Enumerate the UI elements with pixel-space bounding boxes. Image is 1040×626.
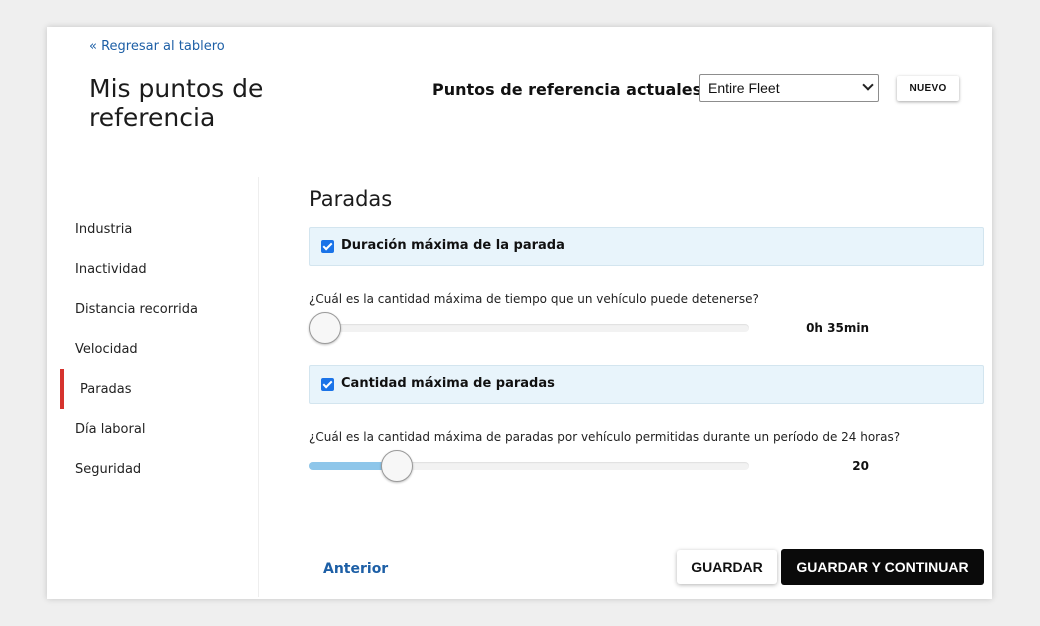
- save-and-continue-button[interactable]: GUARDAR Y CONTINUAR: [781, 549, 984, 585]
- sidebar: Industria Inactividad Distancia recorrid…: [47, 177, 259, 597]
- max-stop-duration-slider[interactable]: [309, 312, 749, 344]
- sidebar-item-paradas[interactable]: Paradas: [80, 382, 132, 397]
- previous-link[interactable]: Anterior: [323, 561, 388, 577]
- save-button[interactable]: GUARDAR: [677, 550, 777, 584]
- slider-thumb[interactable]: [381, 450, 413, 482]
- new-benchmark-button[interactable]: NUEVO: [897, 76, 959, 101]
- question-text: ¿Cuál es la cantidad máxima de tiempo qu…: [309, 292, 759, 306]
- current-benchmarks-label: Puntos de referencia actuales :: [432, 80, 715, 99]
- sidebar-item-seguridad[interactable]: Seguridad: [75, 462, 141, 477]
- option-max-stops-count: Cantidad máxima de paradas: [309, 365, 984, 404]
- active-indicator: [60, 369, 64, 409]
- slider-value: 20: [852, 459, 869, 473]
- benchmark-select[interactable]: Entire Fleet: [699, 74, 879, 102]
- slider-thumb[interactable]: [309, 312, 341, 344]
- max-stops-count-slider[interactable]: [309, 450, 749, 482]
- sidebar-item-industria[interactable]: Industria: [75, 222, 132, 237]
- slider-value: 0h 35min: [806, 321, 869, 335]
- chevron-down-icon: [862, 79, 874, 91]
- benchmarks-card: « Regresar al tablero Mis puntos de refe…: [47, 27, 992, 599]
- option-label: Duración máxima de la parada: [341, 238, 565, 253]
- sidebar-item-dia-laboral[interactable]: Día laboral: [75, 422, 145, 437]
- sidebar-item-velocidad[interactable]: Velocidad: [75, 342, 138, 357]
- page-title: Mis puntos de referencia: [89, 74, 264, 132]
- sidebar-item-inactividad[interactable]: Inactividad: [75, 262, 147, 277]
- back-to-dashboard-link[interactable]: « Regresar al tablero: [89, 39, 225, 54]
- sidebar-item-distancia[interactable]: Distancia recorrida: [75, 302, 198, 317]
- option-max-stop-duration: Duración máxima de la parada: [309, 227, 984, 266]
- max-stop-duration-checkbox[interactable]: [321, 240, 334, 253]
- benchmark-select-value: Entire Fleet: [708, 80, 780, 96]
- max-stops-count-checkbox[interactable]: [321, 378, 334, 391]
- question-text: ¿Cuál es la cantidad máxima de paradas p…: [309, 430, 901, 444]
- option-label: Cantidad máxima de paradas: [341, 376, 555, 391]
- section-title: Paradas: [309, 187, 393, 211]
